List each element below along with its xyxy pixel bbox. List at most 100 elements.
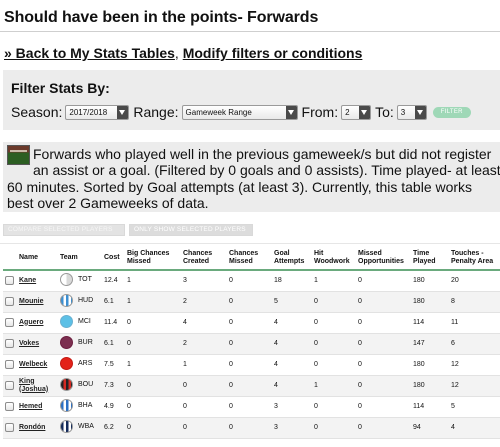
table-row: Vokes BUR 6.1 0 2 0 4 0 0 147 6: [3, 333, 500, 355]
season-select[interactable]: 2017/2018: [65, 104, 130, 120]
player-name-link[interactable]: Welbeck: [19, 361, 47, 369]
range-select[interactable]: Gameweek Range: [181, 104, 298, 120]
hit-woodwork-cell: 1: [312, 375, 356, 397]
chances-missed-cell: 0: [227, 333, 272, 355]
to-label: To:: [375, 104, 394, 120]
row-checkbox[interactable]: [5, 339, 14, 348]
chances-missed-cell: 0: [227, 396, 272, 418]
row-select-cell: [3, 417, 17, 439]
column-header-touches-penalty-area[interactable]: Touches - Penalty Area: [449, 246, 500, 270]
player-name-cell: Kane: [17, 270, 58, 292]
big-chances-missed-cell: 0: [125, 375, 181, 397]
season-label: Season:: [11, 104, 63, 120]
cost-cell: 7.5: [102, 354, 125, 376]
filter-button[interactable]: FILTER: [432, 106, 471, 118]
player-name-link[interactable]: Rondón: [19, 424, 45, 432]
table-row: Kane TOT 12.4 1 3 0 18 1 0 180 20: [3, 270, 500, 292]
goal-attempts-cell: 3: [272, 396, 312, 418]
filter-panel: Filter Stats By: Season: 2017/2018 Range…: [3, 70, 500, 130]
time-played-cell: 114: [411, 396, 449, 418]
team-badge-icon: [60, 273, 73, 287]
team-code: BOU: [78, 381, 94, 388]
row-select-cell: [3, 375, 17, 397]
stats-table: Name Team Cost Big Chances Missed Chance…: [3, 246, 500, 439]
from-label: From:: [301, 104, 339, 120]
hit-woodwork-cell: 0: [312, 312, 356, 334]
player-name-link[interactable]: Aguero: [19, 319, 44, 327]
team-code: HUD: [78, 297, 94, 304]
row-checkbox[interactable]: [5, 381, 14, 390]
cost-cell: 6.1: [102, 333, 125, 355]
chances-created-cell: 0: [181, 375, 227, 397]
player-name-link[interactable]: Kane: [19, 277, 36, 285]
time-played-cell: 94: [411, 417, 449, 439]
team-cell: BOU: [58, 375, 102, 397]
to-select[interactable]: 3: [396, 104, 427, 120]
goal-attempts-cell: 4: [272, 333, 312, 355]
team-badge-icon: [60, 336, 73, 349]
modify-filters-link[interactable]: Modify filters or conditions: [183, 45, 363, 61]
row-checkbox[interactable]: [5, 318, 14, 327]
row-checkbox[interactable]: [5, 402, 14, 411]
compare-selected-button[interactable]: COMPARE SELECTED PLAYERS: [3, 224, 125, 236]
chances-missed-cell: 0: [227, 354, 272, 376]
touches-penalty-area-cell: 6: [449, 333, 500, 355]
column-header-name[interactable]: Name: [17, 246, 58, 270]
big-chances-missed-cell: 0: [125, 312, 181, 334]
touches-penalty-area-cell: 12: [449, 375, 500, 397]
range-label: Range:: [133, 104, 179, 120]
column-header-time-played[interactable]: Time Played: [411, 246, 449, 270]
player-name-link[interactable]: King (Joshua): [19, 378, 58, 394]
column-header-team[interactable]: Team: [58, 246, 102, 270]
big-chances-missed-cell: 1: [125, 270, 181, 292]
row-checkbox[interactable]: [5, 297, 14, 306]
player-name-cell: Vokes: [17, 333, 58, 355]
from-select[interactable]: 2: [341, 104, 372, 120]
row-select-cell: [3, 354, 17, 376]
missed-opportunities-cell: 0: [356, 312, 411, 334]
hit-woodwork-cell: 0: [312, 333, 356, 355]
selection-actions: COMPARE SELECTED PLAYERS ONLY SHOW SELEC…: [3, 224, 257, 236]
row-select-cell: [3, 333, 17, 355]
player-name-link[interactable]: Hemed: [19, 403, 42, 411]
filter-row: Season: 2017/2018 Range: Gameweek Range …: [11, 104, 471, 120]
goal-attempts-cell: 3: [272, 417, 312, 439]
column-header-missed-opportunities[interactable]: Missed Opportunities: [356, 246, 411, 270]
big-chances-missed-cell: 1: [125, 354, 181, 376]
show-selected-button[interactable]: ONLY SHOW SELECTED PLAYERS: [129, 224, 253, 236]
team-badge-icon: [60, 357, 73, 370]
player-name-link[interactable]: Vokes: [19, 340, 39, 348]
column-header-big-chances-missed[interactable]: Big Chances Missed: [125, 246, 181, 270]
chances-created-cell: 2: [181, 291, 227, 313]
goal-attempts-cell: 4: [272, 375, 312, 397]
team-badge-icon: [60, 399, 73, 412]
big-chances-missed-cell: 0: [125, 396, 181, 418]
column-header-cost[interactable]: Cost: [102, 246, 125, 270]
row-checkbox[interactable]: [5, 360, 14, 369]
touches-penalty-area-cell: 8: [449, 291, 500, 313]
hit-woodwork-cell: 1: [312, 270, 356, 292]
team-code: WBA: [78, 423, 94, 430]
cost-cell: 6.1: [102, 291, 125, 313]
goal-attempts-cell: 5: [272, 291, 312, 313]
table-row: Rondón WBA 6.2 0 0 0 3 0 0 94 4: [3, 417, 500, 439]
player-name-cell: Hemed: [17, 396, 58, 418]
column-header-hit-woodwork[interactable]: Hit Woodwork: [312, 246, 356, 270]
column-header-chances-missed[interactable]: Chances Missed: [227, 246, 272, 270]
chevron-down-icon: [117, 105, 129, 119]
column-header-chances-created[interactable]: Chances Created: [181, 246, 227, 270]
table-row: Hemed BHA 4.9 0 0 0 3 0 0 114 5: [3, 396, 500, 418]
row-checkbox[interactable]: [5, 423, 14, 432]
player-name-cell: Aguero: [17, 312, 58, 334]
chances-missed-cell: 0: [227, 417, 272, 439]
team-code: MCI: [78, 318, 91, 325]
season-select-value: 2017/2018: [69, 107, 108, 117]
page-title: Should have been in the points- Forwards: [4, 9, 319, 26]
player-name-link[interactable]: Mounie: [19, 298, 44, 306]
column-header-goal-attempts[interactable]: Goal Attempts: [272, 246, 312, 270]
hit-woodwork-cell: 0: [312, 291, 356, 313]
chances-missed-cell: 0: [227, 375, 272, 397]
row-checkbox[interactable]: [5, 276, 14, 286]
back-to-stats-link[interactable]: » Back to My Stats Tables: [4, 45, 175, 61]
time-played-cell: 180: [411, 354, 449, 376]
